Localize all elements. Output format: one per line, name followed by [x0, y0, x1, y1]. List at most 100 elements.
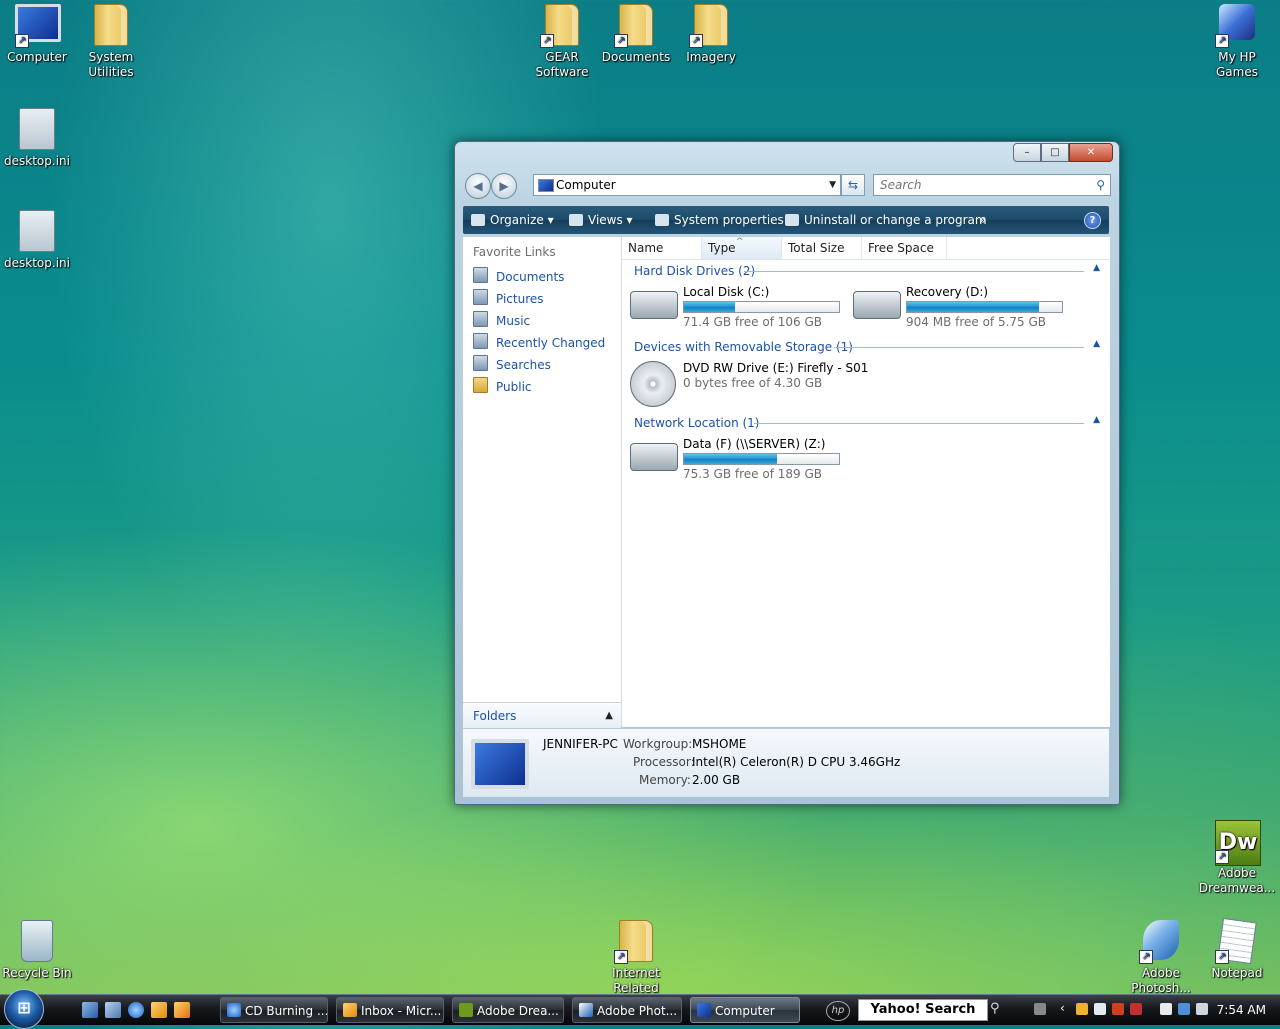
chevron-down-icon[interactable]: ▼ — [829, 175, 836, 195]
processor-label: Processor: — [633, 755, 695, 769]
maximize-button[interactable]: □ — [1041, 143, 1069, 162]
help-icon[interactable]: ? — [1084, 212, 1101, 229]
search-icon[interactable]: ⚲ — [1096, 175, 1105, 195]
drive-local-disk-c[interactable]: Local Disk (C:) 71.4 GB free of 106 GB — [630, 285, 850, 335]
desktop-icon-recycle-bin[interactable]: Recycle Bin — [0, 920, 77, 981]
dreamweaver-icon: Dw ↗ — [1215, 820, 1261, 866]
computer-icon — [471, 739, 529, 789]
desktop-icon-adobe-dreamweaver[interactable]: Dw ↗ Adobe Dreamwea... — [1197, 820, 1277, 896]
outlook-icon — [343, 1003, 357, 1017]
nav-link-label: Music — [496, 314, 531, 328]
desktop-icon-adobe-photoshop[interactable]: ↗ Adobe Photosh... — [1121, 920, 1201, 994]
notepad-icon: ↗ — [1215, 917, 1259, 965]
show-desktop-icon[interactable] — [82, 1002, 98, 1018]
yahoo-search-box[interactable]: Yahoo! Search — [858, 999, 988, 1021]
task-inbox[interactable]: Inbox - Micr... — [336, 997, 444, 1023]
back-button[interactable]: ◀ — [465, 173, 491, 199]
switch-windows-icon[interactable] — [105, 1002, 121, 1018]
media-player-icon[interactable] — [174, 1002, 190, 1018]
desktop-icon-label: Adobe Dreamwea... — [1198, 866, 1276, 895]
uninstall-button[interactable]: Uninstall or change a program — [785, 206, 987, 234]
organize-button[interactable]: Organize ▾ — [471, 206, 554, 234]
nav-link-public[interactable]: Public — [473, 377, 532, 397]
nav-link-pictures[interactable]: Pictures — [473, 289, 544, 309]
workgroup-label: Workgroup: — [623, 737, 693, 751]
group-header-removable-storage[interactable]: Devices with Removable Storage (1) — [634, 338, 853, 356]
tray-mail-icon[interactable] — [1130, 1003, 1142, 1015]
collapse-icon[interactable]: ▲ — [1093, 263, 1100, 273]
nav-link-searches[interactable]: Searches — [473, 355, 551, 375]
start-button[interactable]: ⊞ — [4, 989, 44, 1029]
chevron-left-icon[interactable]: ‹ — [1060, 1001, 1065, 1015]
task-adobe-photoshop[interactable]: Adobe Phot... — [572, 997, 682, 1023]
desktop-icon-imagery[interactable]: ↗ Imagery — [671, 4, 751, 65]
column-name[interactable]: Name — [622, 237, 702, 259]
nav-link-label: Public — [496, 380, 532, 394]
desktop-icon-documents[interactable]: ↗ Documents — [596, 4, 676, 65]
task-label: Adobe Drea... — [477, 1004, 559, 1018]
collapse-icon[interactable]: ▲ — [1093, 339, 1100, 349]
address-text: Computer — [556, 178, 616, 192]
system-properties-button[interactable]: System properties — [655, 206, 784, 234]
group-divider — [744, 271, 1084, 272]
clock[interactable]: 7:54 AM — [1217, 995, 1266, 1025]
forward-button[interactable]: ▶ — [491, 173, 517, 199]
drive-network-z[interactable]: Data (F) (\\SERVER) (Z:) 75.3 GB free of… — [630, 437, 850, 487]
nav-link-music[interactable]: Music — [473, 311, 530, 331]
group-divider — [754, 423, 1084, 424]
desktop-icon-my-hp-games[interactable]: ↗ My HP Games — [1197, 4, 1277, 80]
tray-app-icon[interactable] — [1112, 1003, 1124, 1015]
tray-app-icon[interactable] — [1094, 1003, 1106, 1015]
desktop-icon-gear-software[interactable]: ↗ GEAR Software — [522, 4, 602, 80]
desktop-icon-notepad[interactable]: ↗ Notepad — [1197, 917, 1277, 981]
pictures-icon — [473, 289, 488, 305]
details-pane: JENNIFER-PC Workgroup: MSHOME Processor:… — [463, 728, 1109, 797]
task-label: Adobe Phot... — [597, 1004, 678, 1018]
more-commands-button[interactable]: » — [979, 206, 986, 234]
refresh-button[interactable]: ⇆ — [841, 174, 865, 196]
task-adobe-dreamweaver[interactable]: Adobe Drea... — [452, 997, 564, 1023]
column-type[interactable]: Type ^ — [702, 237, 782, 259]
outlook-icon[interactable] — [151, 1002, 167, 1018]
desktop-icon-internet-related[interactable]: ↗ Internet Related — [596, 920, 676, 994]
internet-explorer-icon[interactable] — [128, 1002, 144, 1018]
desktop-icon-desktop-ini[interactable]: desktop.ini — [0, 108, 77, 169]
desktop-icon-label: Internet Related — [612, 966, 660, 994]
drive-usage-fill — [907, 302, 1039, 312]
drive-dvd-rw-e[interactable]: DVD RW Drive (E:) Firefly - S01 0 bytes … — [630, 361, 930, 411]
drive-free-space: 71.4 GB free of 106 GB — [683, 315, 822, 329]
task-computer[interactable]: Computer — [690, 997, 800, 1023]
memory-value: 2.00 GB — [692, 773, 741, 787]
address-bar[interactable]: Computer ▼ — [533, 174, 841, 196]
desktop-icon-label: Notepad — [1211, 966, 1263, 980]
desktop-icon-system-utilities[interactable]: System Utilities — [71, 4, 151, 80]
hp-logo-icon[interactable]: hp — [826, 1001, 850, 1021]
volume-icon[interactable] — [1196, 1003, 1208, 1015]
explorer-window[interactable]: – □ ✕ ◀ ▶ Computer ▼ ⇆ ⚲ Organize ▾ View… — [454, 141, 1120, 805]
command-bar: Organize ▾ Views ▾ System properties Uni… — [463, 206, 1109, 234]
nav-link-recently-changed[interactable]: Recently Changed — [473, 333, 605, 353]
search-input[interactable] — [878, 175, 1082, 195]
search-box[interactable]: ⚲ — [873, 174, 1111, 196]
drive-recovery-d[interactable]: Recovery (D:) 904 MB free of 5.75 GB — [853, 285, 1073, 335]
group-header-network-location[interactable]: Network Location (1) — [634, 414, 759, 432]
task-cd-burning[interactable]: CD Burning ... — [220, 997, 328, 1023]
recycle-bin-icon — [15, 920, 59, 964]
column-total-size[interactable]: Total Size — [782, 237, 862, 259]
search-icon[interactable]: ⚲ — [990, 1001, 1000, 1016]
tray-clock-icon[interactable] — [1076, 1003, 1088, 1015]
close-button[interactable]: ✕ — [1069, 143, 1113, 162]
nav-link-documents[interactable]: Documents — [473, 267, 564, 287]
keyboard-icon[interactable] — [1034, 1003, 1046, 1015]
tray-app-icon[interactable] — [1160, 1003, 1172, 1015]
column-free-space[interactable]: Free Space — [862, 237, 947, 259]
folders-toggle[interactable]: Folders ▲ — [463, 702, 621, 729]
minimize-button[interactable]: – — [1013, 143, 1041, 162]
desktop-icon-desktop-ini-2[interactable]: desktop.ini — [0, 210, 77, 271]
network-icon[interactable] — [1178, 1003, 1190, 1015]
views-button[interactable]: Views ▾ — [569, 206, 633, 234]
desktop-icon-computer[interactable]: ↗ Computer — [0, 4, 77, 65]
taskbar: ⊞ CD Burning ... Inbox - Micr... Adobe D… — [0, 989, 1280, 1029]
group-header-hard-disk-drives[interactable]: Hard Disk Drives (2) — [634, 262, 755, 280]
collapse-icon[interactable]: ▲ — [1093, 415, 1100, 425]
